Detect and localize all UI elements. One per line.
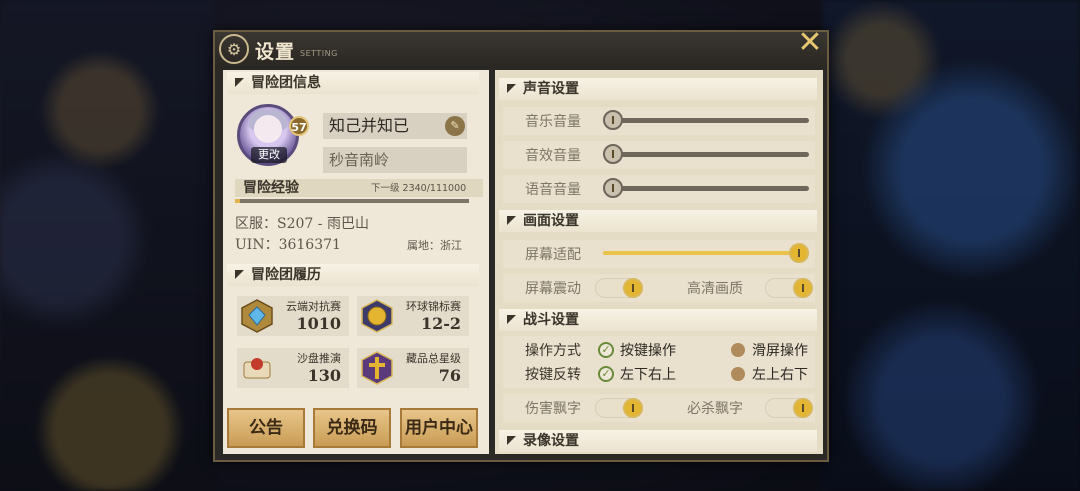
toggle-knob: [793, 398, 813, 418]
music-volume-knob[interactable]: [603, 110, 623, 130]
invert-opt1-check-icon[interactable]: ✓: [598, 366, 614, 382]
gold-trophy-icon: [361, 299, 393, 333]
team-info-header-label: 冒险团信息: [251, 75, 321, 91]
damage-text-label: 伤害飘字: [525, 401, 581, 417]
sfx-volume-knob[interactable]: [603, 144, 623, 164]
level-badge: 57: [289, 116, 309, 136]
battle-options-area: 操作方式 ✓ 按键操作 滑屏操作 按键反转 ✓ 左下右上 左上右下: [503, 336, 815, 388]
battle-header-label: 战斗设置: [523, 312, 579, 328]
crit-text-label: 必杀飘字: [687, 401, 743, 417]
stat-value: 12-2: [420, 314, 461, 333]
sfx-volume-slider[interactable]: [603, 144, 809, 164]
invert-opt2-label[interactable]: 左上右下: [752, 364, 808, 384]
section-triangle-icon: [235, 270, 244, 279]
display-header: 画面设置: [499, 210, 817, 232]
voice-volume-knob[interactable]: [603, 178, 623, 198]
gear-icon: ⚙: [219, 34, 249, 64]
toggle-knob: [623, 278, 643, 298]
diamond-badge-icon: [241, 299, 273, 333]
page-subtitle: SETTING: [300, 49, 338, 58]
stat-card-collection: 藏品总星级 76: [357, 348, 469, 388]
stat-value: 130: [307, 366, 341, 385]
screen-fit-knob[interactable]: [789, 243, 809, 263]
music-volume-label: 音乐音量: [525, 114, 581, 130]
voice-volume-slider[interactable]: [603, 178, 809, 198]
invert-opt2-radio-icon[interactable]: [731, 367, 745, 381]
sound-header: 声音设置: [499, 78, 817, 100]
screen-shake-toggle[interactable]: [595, 278, 643, 298]
sfx-volume-label: 音效音量: [525, 148, 581, 164]
damage-text-row: 伤害飘字 必杀飘字: [503, 394, 815, 422]
avatar-face: [254, 115, 282, 143]
edit-name-icon[interactable]: ✎: [445, 116, 465, 136]
section-triangle-icon: [235, 78, 244, 87]
voice-volume-label: 语音音量: [525, 182, 581, 198]
control-opt2-label[interactable]: 滑屏操作: [752, 340, 808, 360]
stat-label: 环球锦标赛: [406, 300, 461, 313]
stat-value: 1010: [296, 314, 341, 333]
display-header-label: 画面设置: [523, 213, 579, 229]
section-triangle-icon: [507, 436, 516, 445]
stat-label: 藏品总星级: [406, 352, 461, 365]
hd-quality-toggle[interactable]: [765, 278, 813, 298]
star-collection-icon: [361, 351, 393, 385]
section-triangle-icon: [507, 84, 516, 93]
notice-button[interactable]: 公告: [227, 408, 305, 448]
toggle-knob: [793, 278, 813, 298]
sfx-volume-row: 音效音量: [503, 141, 815, 169]
history-header: 冒险团履历: [227, 264, 479, 286]
screen-shake-label: 屏幕震动: [525, 281, 581, 297]
user-center-button[interactable]: 用户中心: [400, 408, 478, 448]
stat-card-cloud: 云端对抗赛 1010: [237, 296, 349, 336]
hd-quality-label: 高清画质: [687, 281, 743, 297]
stat-label: 沙盘推演: [297, 352, 341, 365]
server-name-field: 秒音南岭: [323, 147, 467, 173]
record-header: 录像设置: [499, 430, 817, 452]
stat-label: 云端对抗赛: [286, 300, 341, 313]
invert-label: 按键反转: [525, 367, 581, 383]
team-info-column: 冒险团信息 57 更改 知己并知已 ✎ 秒音南岭 冒险经验 下一级 2340/1…: [223, 70, 489, 454]
control-opt1-label[interactable]: 按键操作: [620, 340, 676, 360]
realm-line: 区服：S207 - 雨巴山: [235, 216, 369, 232]
music-volume-row: 音乐音量: [503, 107, 815, 135]
stat-card-global: 环球锦标赛 12-2: [357, 296, 469, 336]
battle-header: 战斗设置: [499, 309, 817, 331]
shake-hd-row: 屏幕震动 高清画质: [503, 274, 815, 302]
stat-card-sandbox: 沙盘推演 130: [237, 348, 349, 388]
control-mode-label: 操作方式: [525, 343, 581, 359]
change-avatar-button[interactable]: 更改: [251, 147, 287, 163]
page-title: 设置: [255, 41, 296, 63]
invert-opt1-label[interactable]: 左下右上: [620, 364, 676, 384]
toggle-knob: [623, 398, 643, 418]
record-header-label: 录像设置: [523, 433, 579, 449]
screen-fit-row: 屏幕适配: [503, 240, 815, 268]
control-opt1-check-icon[interactable]: ✓: [598, 342, 614, 358]
screen-fit-label: 屏幕适配: [525, 247, 581, 263]
stat-value: 76: [438, 366, 461, 385]
title-bar: ⚙ 设置 SETTING: [215, 32, 827, 68]
redeem-code-button[interactable]: 兑换码: [313, 408, 391, 448]
control-opt2-radio-icon[interactable]: [731, 343, 745, 357]
close-icon[interactable]: ✕: [795, 28, 825, 58]
exp-progress-fill: [235, 199, 240, 203]
exp-next-level: 下一级 2340/111000: [371, 183, 467, 194]
region-line: 属地：浙江: [407, 239, 462, 252]
exp-progress-bar: [235, 199, 469, 203]
settings-column: 声音设置 音乐音量 音效音量 语音音量 画面设置 屏幕适配 屏幕震动 高清画质 …: [495, 70, 823, 454]
section-triangle-icon: [507, 315, 516, 324]
sound-header-label: 声音设置: [523, 81, 579, 97]
screen-fit-slider[interactable]: [603, 243, 809, 263]
voice-volume-row: 语音音量: [503, 175, 815, 203]
history-header-label: 冒险团履历: [251, 267, 321, 283]
team-info-header: 冒险团信息: [227, 72, 479, 94]
settings-panel: ⚙ 设置 SETTING ✕ 冒险团信息 57 更改 知己并知已 ✎ 秒音南岭 …: [213, 28, 829, 462]
music-volume-slider[interactable]: [603, 110, 809, 130]
damage-text-toggle[interactable]: [595, 398, 643, 418]
sand-table-icon: [243, 358, 271, 379]
uin-line: UIN：3616371: [235, 237, 341, 253]
section-triangle-icon: [507, 216, 516, 225]
crit-text-toggle[interactable]: [765, 398, 813, 418]
